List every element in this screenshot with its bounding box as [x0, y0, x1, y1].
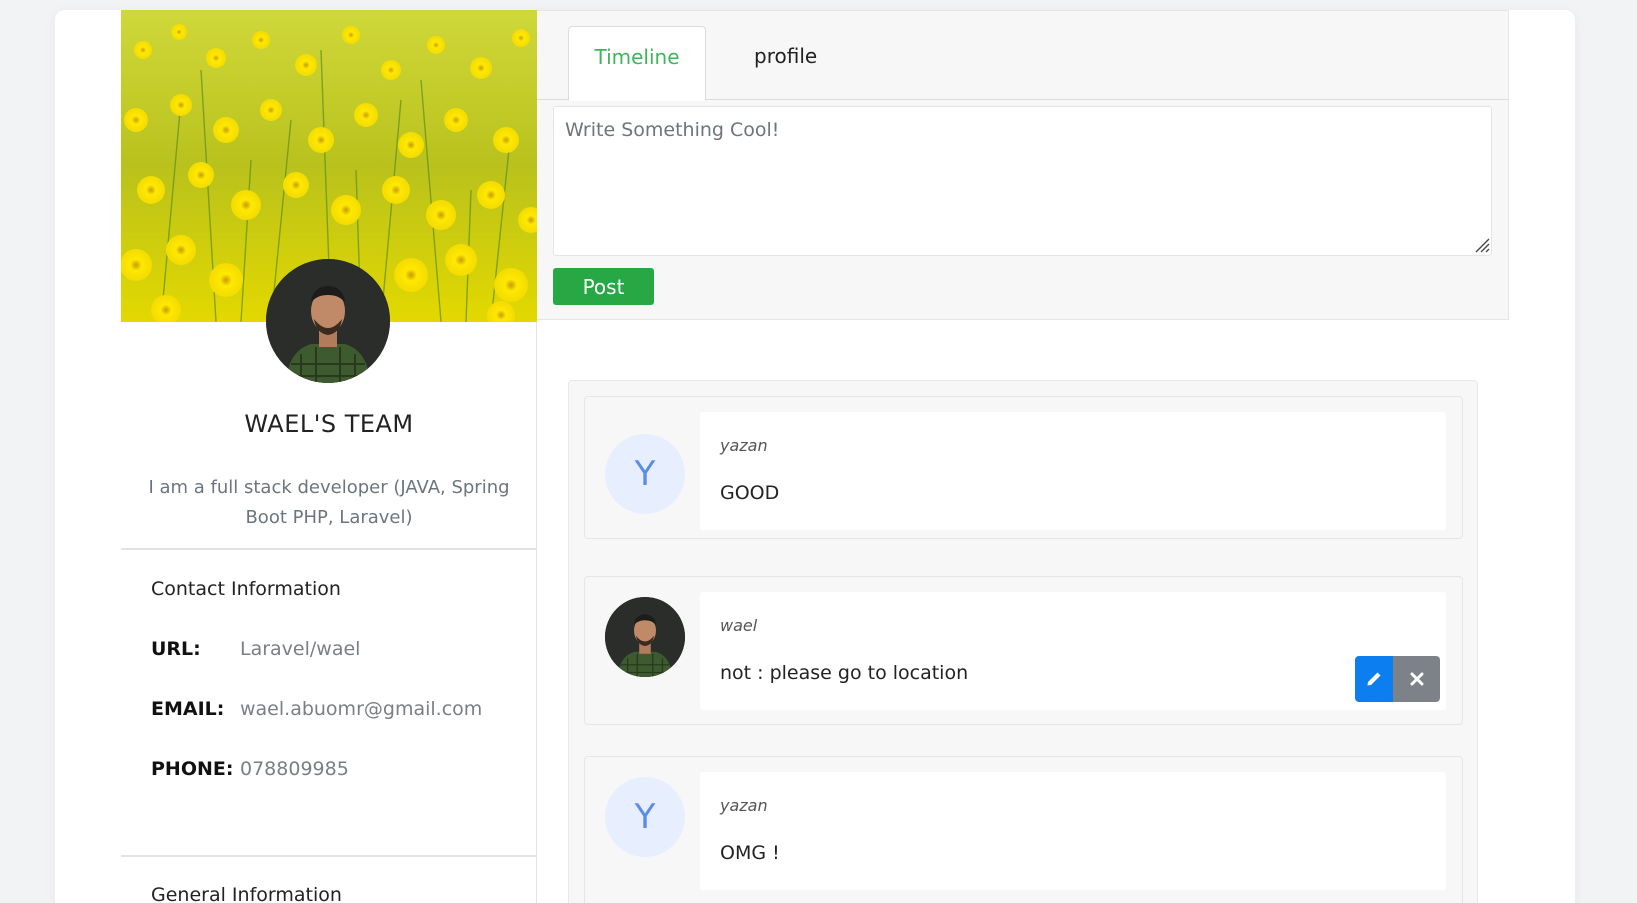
- profile-avatar: [266, 259, 390, 383]
- divider: [121, 548, 537, 550]
- post-author: yazan: [720, 436, 768, 455]
- timeline-feed: Y yazan GOOD wael not : please go to loc…: [568, 380, 1478, 903]
- post-content: wael not : please go to location: [700, 592, 1446, 710]
- profile-bio: I am a full stack developer (JAVA, Sprin…: [148, 477, 510, 528]
- profile-name: WAEL'S TEAM: [244, 410, 414, 438]
- info-key: PHONE:: [151, 758, 234, 780]
- letter-avatar: Y: [605, 777, 685, 857]
- general-section-title: General Information: [151, 884, 342, 903]
- post-composer: Timeline profile Post: [537, 10, 1509, 320]
- info-value: 078809985: [240, 758, 349, 780]
- tab-profile[interactable]: profile: [724, 26, 847, 101]
- post-button[interactable]: Post: [553, 268, 654, 305]
- post-item: wael not : please go to location: [584, 576, 1463, 725]
- post-author: wael: [720, 616, 758, 635]
- post-content: yazan OMG !: [700, 772, 1446, 890]
- profile-sidebar: WAEL'S TEAM I am a full stack developer …: [121, 10, 537, 903]
- divider: [121, 855, 537, 857]
- pencil-icon: [1367, 672, 1381, 686]
- contact-url-row: URL: Laravel/wael: [151, 638, 360, 660]
- tab-timeline[interactable]: Timeline: [568, 26, 706, 101]
- tabs-bar: Timeline profile: [537, 26, 1508, 101]
- info-key: URL:: [151, 638, 201, 660]
- letter-avatar: Y: [605, 434, 685, 514]
- info-key: EMAIL:: [151, 698, 225, 720]
- info-value: wael.abuomr@gmail.com: [240, 698, 483, 720]
- post-text: GOOD: [720, 482, 780, 504]
- close-icon: [1410, 672, 1423, 686]
- info-value: Laravel/wael: [240, 638, 361, 660]
- post-textarea[interactable]: [553, 106, 1492, 256]
- contact-email-row: EMAIL: wael.abuomr@gmail.com: [151, 698, 482, 720]
- post-author: yazan: [720, 796, 768, 815]
- edit-post-button[interactable]: [1355, 656, 1393, 702]
- post-item: Y yazan OMG !: [584, 756, 1463, 903]
- post-content: yazan GOOD: [700, 412, 1446, 530]
- post-text: not : please go to location: [720, 662, 969, 684]
- user-avatar: [605, 597, 685, 677]
- delete-post-button[interactable]: [1393, 656, 1440, 702]
- resize-grip-icon[interactable]: [1474, 237, 1490, 253]
- post-text: OMG !: [720, 842, 780, 864]
- contact-phone-row: PHONE: 078809985: [151, 758, 349, 780]
- post-item: Y yazan GOOD: [584, 396, 1463, 539]
- contact-section-title: Contact Information: [151, 578, 341, 600]
